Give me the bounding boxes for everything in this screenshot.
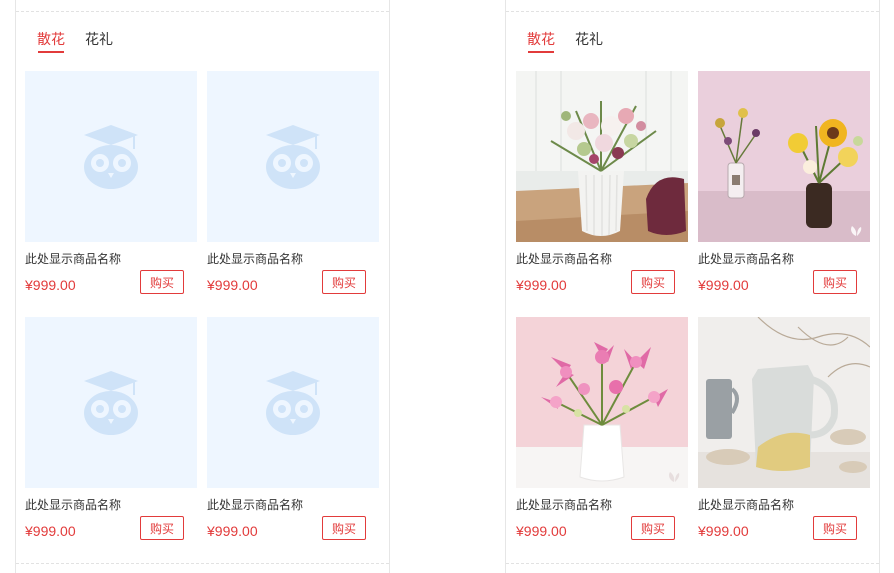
buy-button[interactable]: 购买	[322, 270, 366, 294]
tab-loose-flowers[interactable]: 散花	[527, 30, 555, 53]
divider-top	[506, 11, 879, 12]
divider-top	[16, 11, 389, 12]
product-name[interactable]: 此处显示商品名称	[516, 251, 612, 267]
product-image-placeholder[interactable]	[207, 317, 379, 488]
product-image-placeholder[interactable]	[25, 317, 197, 488]
product-name[interactable]: 此处显示商品名称	[698, 251, 794, 267]
product-price: ¥999.00	[516, 277, 567, 293]
product-name[interactable]: 此处显示商品名称	[698, 497, 794, 513]
product-name[interactable]: 此处显示商品名称	[207, 251, 303, 267]
product-name[interactable]: 此处显示商品名称	[516, 497, 612, 513]
product-panel-left: 散花 花礼 此处显示商品名称 ¥999.00 购买 此处显示商品名称 ¥999.…	[15, 0, 390, 573]
product-price: ¥999.00	[207, 277, 258, 293]
buy-button[interactable]: 购买	[813, 516, 857, 540]
sunflower-bouquet-image	[698, 71, 870, 242]
product-price: ¥999.00	[698, 523, 749, 539]
buy-button[interactable]: 购买	[322, 516, 366, 540]
buy-button[interactable]: 购买	[631, 516, 675, 540]
tab-flower-gifts[interactable]: 花礼	[85, 30, 113, 48]
ceramic-jug-image	[698, 317, 870, 488]
tab-loose-flowers[interactable]: 散花	[37, 30, 65, 53]
product-image-placeholder[interactable]	[25, 71, 197, 242]
owl-placeholder-icon	[266, 125, 320, 189]
product-name[interactable]: 此处显示商品名称	[25, 251, 121, 267]
buy-button[interactable]: 购买	[813, 270, 857, 294]
owl-placeholder-icon	[84, 371, 138, 435]
product-price: ¥999.00	[516, 523, 567, 539]
pink-lilies-image	[516, 317, 688, 488]
product-image-placeholder[interactable]	[207, 71, 379, 242]
bouquet-white-vase-image	[516, 71, 688, 242]
product-price: ¥999.00	[698, 277, 749, 293]
product-panel-right: 散花 花礼 此处显示商品名称 ¥999.00 购买 此处显示商品名称 ¥999.…	[505, 0, 880, 573]
product-image-ceramic-jug[interactable]	[698, 317, 870, 488]
leaf-watermark-icon	[669, 472, 680, 482]
product-image-bouquet-white-vase[interactable]	[516, 71, 688, 242]
buy-button[interactable]: 购买	[631, 270, 675, 294]
divider-bottom	[16, 563, 389, 564]
tab-flower-gifts[interactable]: 花礼	[575, 30, 603, 48]
product-price: ¥999.00	[25, 523, 76, 539]
leaf-watermark-icon	[851, 226, 862, 236]
buy-button[interactable]: 购买	[140, 270, 184, 294]
product-price: ¥999.00	[207, 523, 258, 539]
owl-placeholder-icon	[84, 125, 138, 189]
owl-placeholder-icon	[266, 371, 320, 435]
buy-button[interactable]: 购买	[140, 516, 184, 540]
product-name[interactable]: 此处显示商品名称	[207, 497, 303, 513]
product-price: ¥999.00	[25, 277, 76, 293]
divider-bottom	[506, 563, 879, 564]
product-image-pink-lilies[interactable]	[516, 317, 688, 488]
product-image-sunflower-bouquet[interactable]	[698, 71, 870, 242]
product-name[interactable]: 此处显示商品名称	[25, 497, 121, 513]
